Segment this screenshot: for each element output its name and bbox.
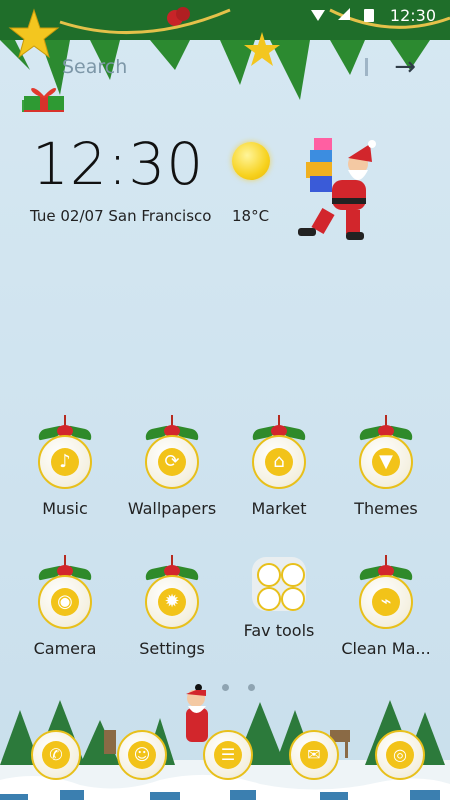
- camera-icon: ◉: [51, 588, 79, 616]
- app-label: Market: [251, 499, 307, 518]
- dock-browser[interactable]: ◎: [375, 730, 425, 780]
- app-music[interactable]: ♪ Music: [15, 415, 115, 518]
- folder-icon: [252, 557, 306, 611]
- gear-icon: ✹: [158, 588, 186, 616]
- app-label: Wallpapers: [127, 499, 217, 518]
- signal-icon: [338, 8, 350, 20]
- home-screen: 12:30 Search → 12:30 Tue 02/07 San Franc…: [0, 0, 450, 800]
- dock-phone[interactable]: ✆: [31, 730, 81, 780]
- refresh-icon: ⟳: [158, 448, 186, 476]
- temperature: 18°C: [232, 207, 270, 225]
- sun-icon[interactable]: [232, 142, 270, 180]
- santa-with-gifts-illustration: [298, 138, 376, 240]
- dock-app-drawer[interactable]: ☰: [203, 730, 253, 780]
- app-clean-master[interactable]: ⌁ Clean Ma...: [336, 555, 436, 658]
- messages-icon: ✉: [300, 741, 328, 769]
- app-camera[interactable]: ◉ Camera: [15, 555, 115, 658]
- app-wallpapers[interactable]: ⟳ Wallpapers: [122, 415, 222, 518]
- dock-messages[interactable]: ✉: [289, 730, 339, 780]
- status-bar: 12:30: [0, 0, 450, 32]
- search-bar[interactable]: Search →: [20, 48, 430, 88]
- app-settings[interactable]: ✹ Settings: [122, 555, 222, 658]
- app-label: Fav tools: [243, 621, 315, 640]
- clock-time[interactable]: 12:30: [32, 130, 204, 198]
- browser-globe-icon: ◎: [386, 741, 414, 769]
- app-label: Themes: [354, 499, 418, 518]
- app-drawer-icon: ☰: [214, 741, 242, 769]
- broom-icon: ⌁: [372, 588, 400, 616]
- voice-search-icon[interactable]: [365, 58, 368, 76]
- app-market[interactable]: ⌂ Market: [229, 415, 329, 518]
- app-label: Settings: [139, 639, 205, 658]
- battery-icon: [364, 9, 374, 22]
- dock-contacts[interactable]: ☺: [117, 730, 167, 780]
- wifi-icon: [311, 10, 325, 21]
- folder-fav-tools[interactable]: Fav tools: [229, 555, 329, 640]
- app-label: Camera: [33, 639, 97, 658]
- tshirt-icon: ▼: [372, 448, 400, 476]
- music-note-icon: ♪: [51, 448, 79, 476]
- store-icon: ⌂: [265, 448, 293, 476]
- phone-icon: ✆: [42, 741, 70, 769]
- app-label: Clean Ma...: [341, 639, 431, 658]
- app-themes[interactable]: ▼ Themes: [336, 415, 436, 518]
- status-time: 12:30: [389, 6, 436, 25]
- contacts-icon: ☺: [128, 741, 156, 769]
- app-label: Music: [42, 499, 88, 518]
- go-arrow-icon[interactable]: →: [394, 52, 416, 82]
- clock-date-location: Tue 02/07 San Francisco: [30, 207, 212, 225]
- search-placeholder[interactable]: Search: [62, 56, 127, 78]
